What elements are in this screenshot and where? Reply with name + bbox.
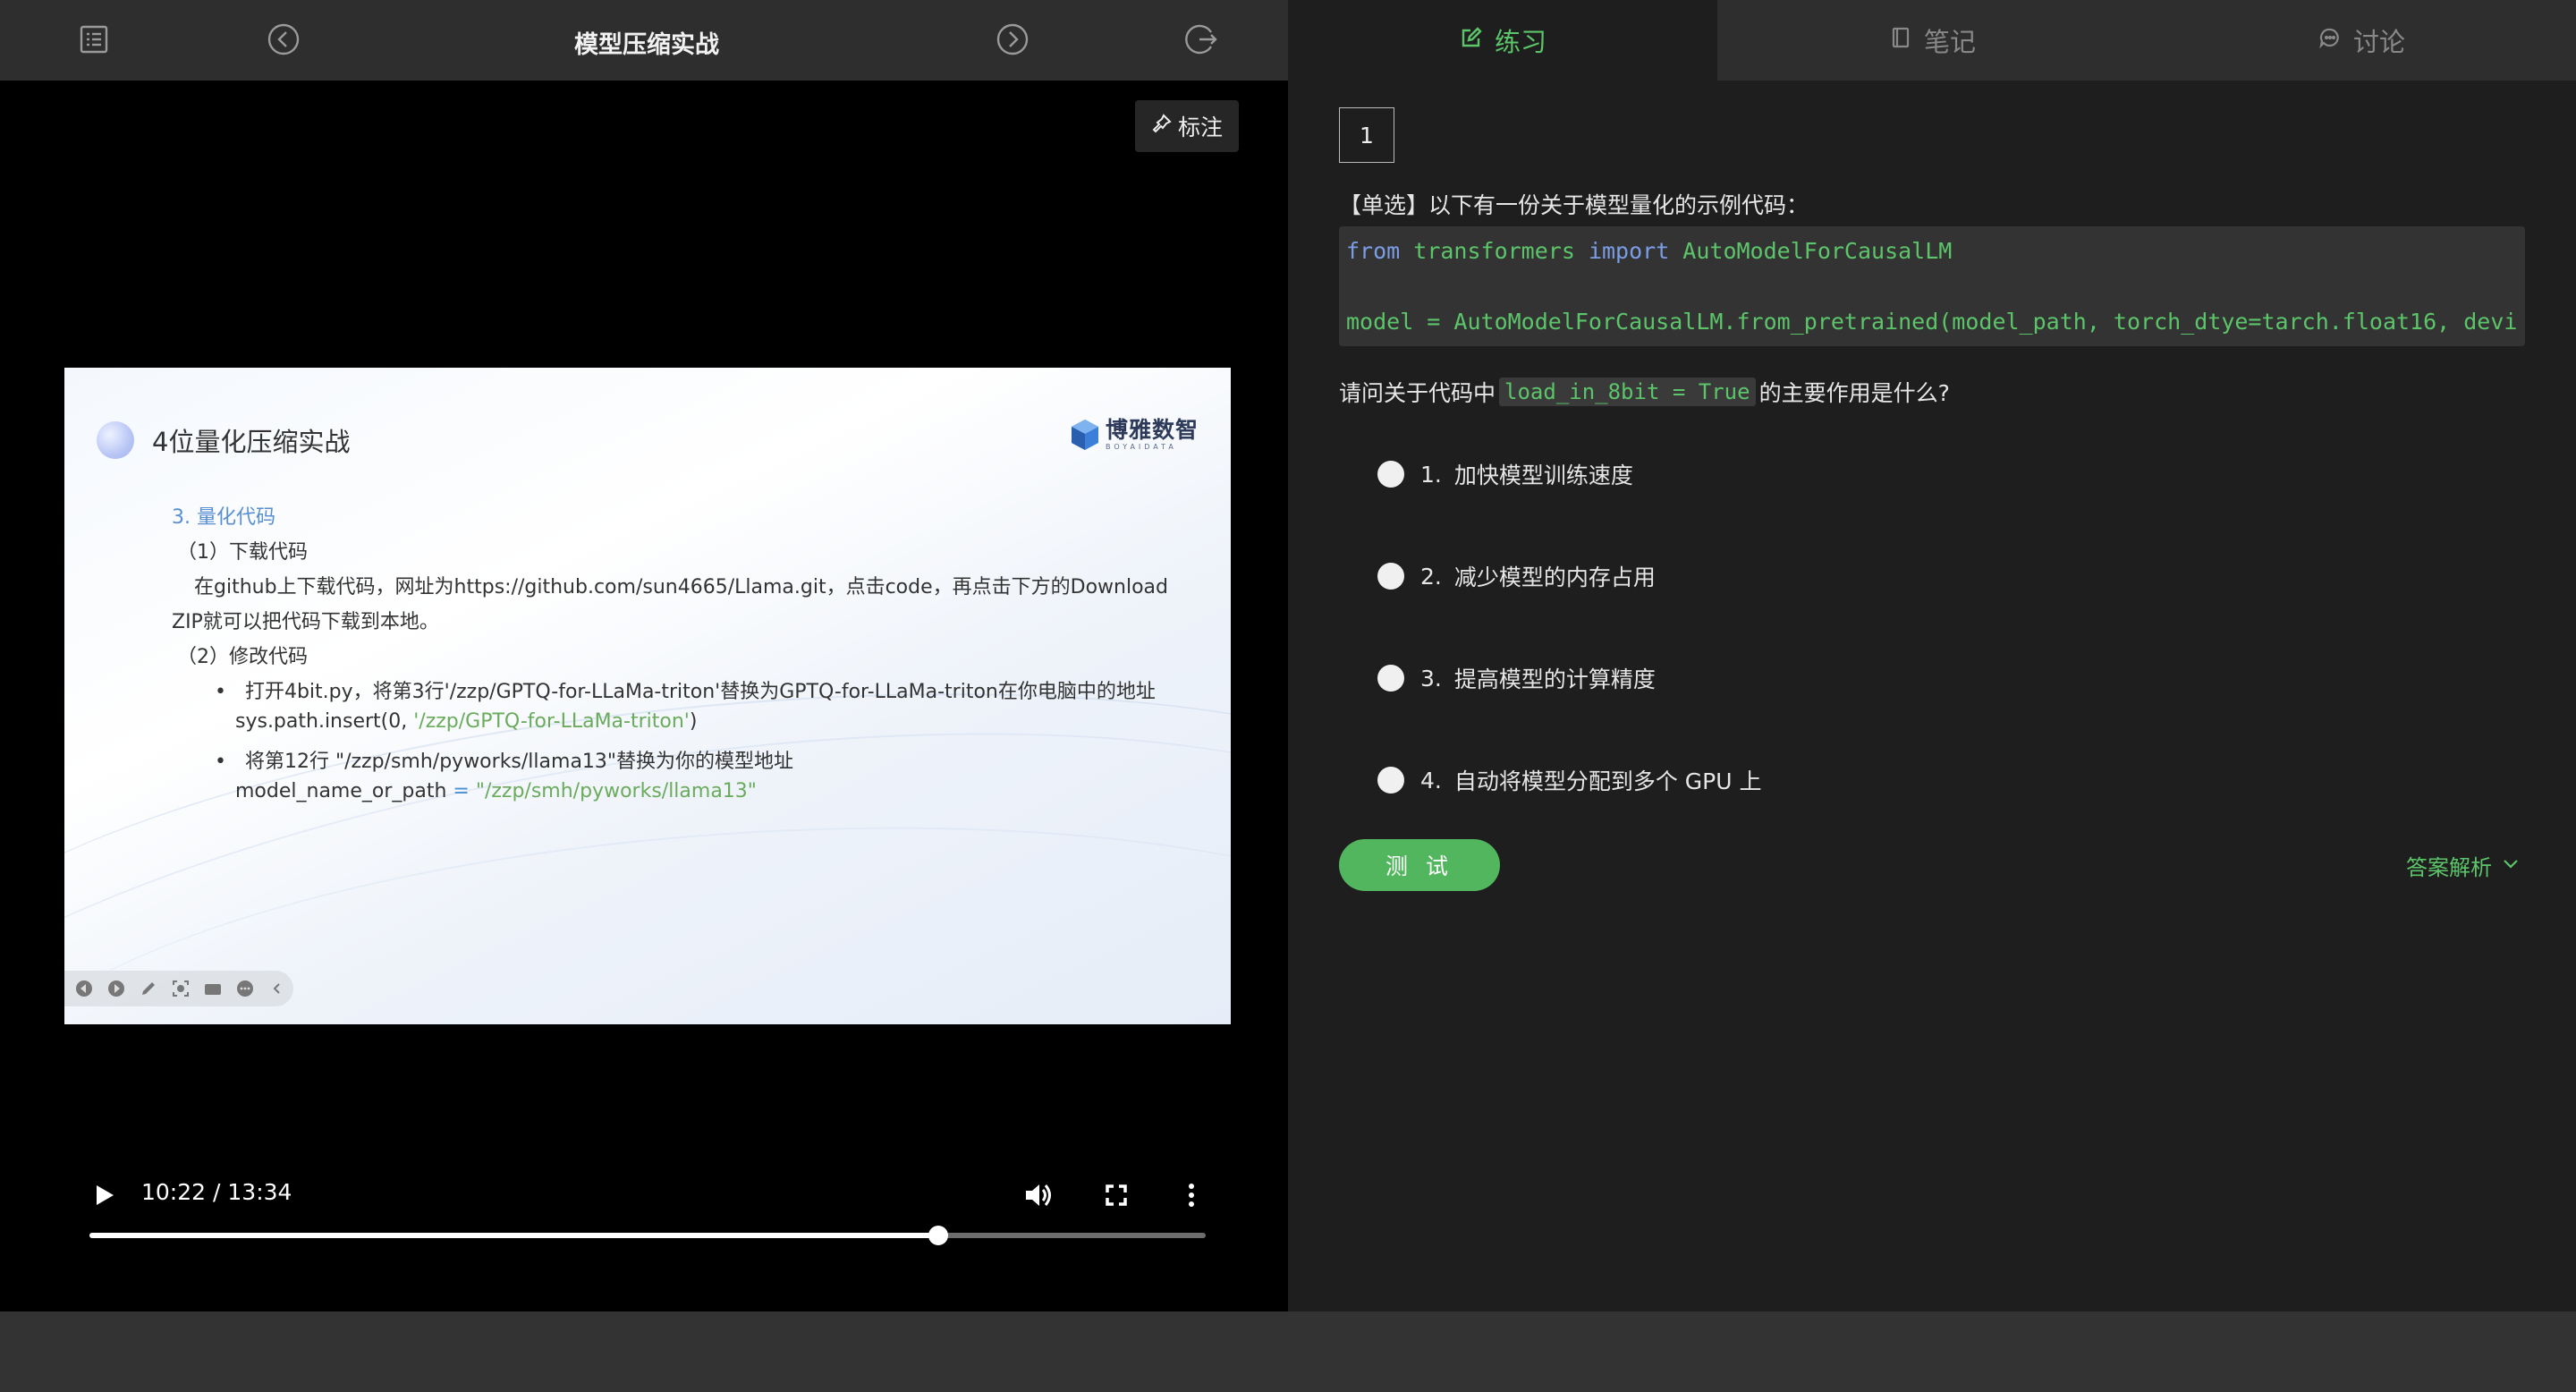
question-prompt: 请问关于代码中 load_in_8bit = True 的主要作用是什么? (1339, 376, 1950, 408)
play-icon[interactable] (86, 1177, 122, 1213)
pin-icon (1151, 113, 1173, 140)
fullscreen-icon[interactable] (1098, 1177, 1134, 1213)
option-3[interactable]: 3. 提高模型的计算精度 (1377, 660, 1656, 696)
code-line-1: from transformers import AutoModelForCau… (1339, 238, 1952, 264)
option-text: 减少模型的内存占用 (1453, 564, 1656, 590)
radio-button[interactable] (1377, 665, 1404, 692)
test-button[interactable]: 测 试 (1339, 839, 1500, 891)
code-string: '/zzp/GPTQ-for-LLaMa-triton' (413, 710, 690, 733)
slide-content: 4位量化压缩实战 博雅数智 BOYAIDATA 3. 量化代码 （1）下载代码 … (64, 368, 1231, 1024)
brand-logo: 博雅数智 BOYAIDATA (1070, 418, 1199, 452)
slide-prev-icon[interactable] (73, 978, 95, 999)
progress-fill (89, 1233, 939, 1238)
tab-practice[interactable]: 练习 (1288, 0, 1717, 81)
option-text: 提高模型的计算精度 (1453, 666, 1656, 692)
slide-bullet1: • 打开4bit.py，将第3行'/zzp/GPTQ-for-LLaMa-tri… (215, 681, 1156, 703)
screenshot-icon[interactable] (170, 978, 191, 999)
code-class: AutoModelForCausalLM (1669, 238, 1953, 264)
code-line-2: model = AutoModelForCausalLM.from_pretra… (1346, 309, 2518, 335)
option-number: 1. (1420, 461, 1442, 488)
collapse-icon[interactable] (267, 978, 288, 999)
logo-cube-icon (1071, 420, 1098, 450)
code-string: "/zzp/smh/pyworks/llama13" (475, 780, 757, 802)
tab-practice-label: 练习 (1494, 27, 1546, 57)
radio-button[interactable] (1377, 461, 1404, 488)
progress-thumb[interactable] (928, 1226, 949, 1245)
tab-notes-label: 笔记 (1923, 27, 1976, 57)
code-module: transformers (1400, 238, 1589, 264)
edit-icon (1459, 25, 1484, 56)
progress-bar[interactable] (89, 1226, 1206, 1245)
chevron-down-icon (2501, 853, 2521, 878)
code-call: sys.path.insert(0, (235, 710, 414, 733)
option-text: 自动将模型分配到多个 GPU 上 (1453, 768, 1762, 794)
option-4[interactable]: 4. 自动将模型分配到多个 GPU 上 (1377, 762, 1762, 798)
radio-button[interactable] (1377, 767, 1404, 794)
slide-toolbar (64, 971, 293, 1006)
slide-bullet2-text: 将第12行 "/zzp/smh/pyworks/llama13"替换为你的模型地… (244, 751, 794, 773)
tab-discussion-label: 讨论 (2352, 27, 2405, 57)
current-time: 10:22 (141, 1179, 207, 1205)
code-paren: ) (689, 710, 698, 733)
logo-subtext: BOYAIDATA (1105, 443, 1177, 451)
time-display: 10:22 / 13:34 (141, 1179, 292, 1205)
next-icon[interactable] (994, 21, 1031, 58)
slide-step1-text: 在github上下载代码，网址为https://github.com/sun46… (194, 576, 1168, 598)
slide-bullet-decoration (97, 421, 134, 459)
bottom-strip (0, 1311, 2576, 1392)
mark-button-label: 标注 (1177, 115, 1223, 140)
prompt-inline-code: load_in_8bit = True (1499, 378, 1756, 406)
slide-bullet2: • 将第12行 "/zzp/smh/pyworks/llama13"替换为你的模… (215, 751, 794, 773)
video-pane: 模型压缩实战 标注 4位量化压缩实战 博雅数智 BOYAIDATA 3. 量化代… (0, 0, 1288, 1311)
slide-next-icon[interactable] (106, 978, 127, 999)
practice-pane: 练习 笔记 讨论 1 【单选】以下有一份关于模型量化的示例代码： from tr… (1288, 0, 2576, 1311)
course-title: 模型压缩实战 (574, 31, 719, 59)
pen-icon[interactable] (138, 978, 159, 999)
duration: 13:34 (227, 1179, 292, 1205)
option-number: 4. (1420, 767, 1442, 794)
code-var: model_name_or_path (235, 780, 447, 802)
notebook-icon (1888, 25, 1913, 56)
slide-heading: 4位量化压缩实战 (152, 427, 351, 457)
answer-analysis-label: 答案解析 (2406, 855, 2492, 880)
exit-icon[interactable] (1182, 21, 1220, 58)
prompt-text: 请问关于代码中 (1339, 380, 1496, 406)
option-text: 加快模型训练速度 (1453, 463, 1633, 488)
question-number-badge[interactable]: 1 (1339, 107, 1394, 163)
more-options-icon[interactable] (1174, 1177, 1209, 1213)
slide-bullet1-code: sys.path.insert(0, '/zzp/GPTQ-for-LLaMa-… (235, 710, 697, 733)
video-top-bar: 模型压缩实战 (0, 0, 1288, 81)
chat-icon (2318, 25, 2343, 56)
code-eq: = (446, 780, 476, 802)
slide-step1: （1）下载代码 (177, 541, 308, 564)
time-separator: / (213, 1179, 221, 1205)
option-number: 3. (1420, 665, 1442, 692)
volume-icon[interactable] (1020, 1177, 1055, 1213)
code-keyword: from (1346, 238, 1401, 264)
answer-analysis-link[interactable]: 答案解析 (2406, 850, 2521, 881)
option-1[interactable]: 1. 加快模型训练速度 (1377, 456, 1633, 492)
code-block: from transformers import AutoModelForCau… (1339, 226, 2525, 346)
slide-bullet2-code: model_name_or_path = "/zzp/smh/pyworks/l… (235, 780, 757, 802)
question-title: 【单选】以下有一份关于模型量化的示例代码： (1339, 192, 1809, 218)
mark-button[interactable]: 标注 (1135, 100, 1239, 152)
slide-bullet1-text: 打开4bit.py，将第3行'/zzp/GPTQ-for-LLaMa-trito… (244, 681, 1156, 703)
camera-icon[interactable] (202, 978, 224, 999)
slide-step2: （2）修改代码 (177, 646, 308, 668)
more-circle-icon[interactable] (234, 978, 256, 999)
logo-text: 博雅数智 (1105, 417, 1199, 443)
option-number: 2. (1420, 563, 1442, 590)
option-2[interactable]: 2. 减少模型的内存占用 (1377, 558, 1656, 594)
tab-discussion[interactable]: 讨论 (2147, 0, 2576, 81)
tab-bar: 练习 笔记 讨论 (1288, 0, 2576, 81)
tab-notes[interactable]: 笔记 (1717, 0, 2147, 81)
code-keyword: import (1588, 238, 1670, 264)
slide-section-title: 3. 量化代码 (172, 506, 275, 529)
slide-step1-text-cont: ZIP就可以把代码下载到本地。 (172, 611, 439, 633)
prompt-text: 的主要作用是什么? (1758, 380, 1950, 406)
radio-button[interactable] (1377, 563, 1404, 590)
